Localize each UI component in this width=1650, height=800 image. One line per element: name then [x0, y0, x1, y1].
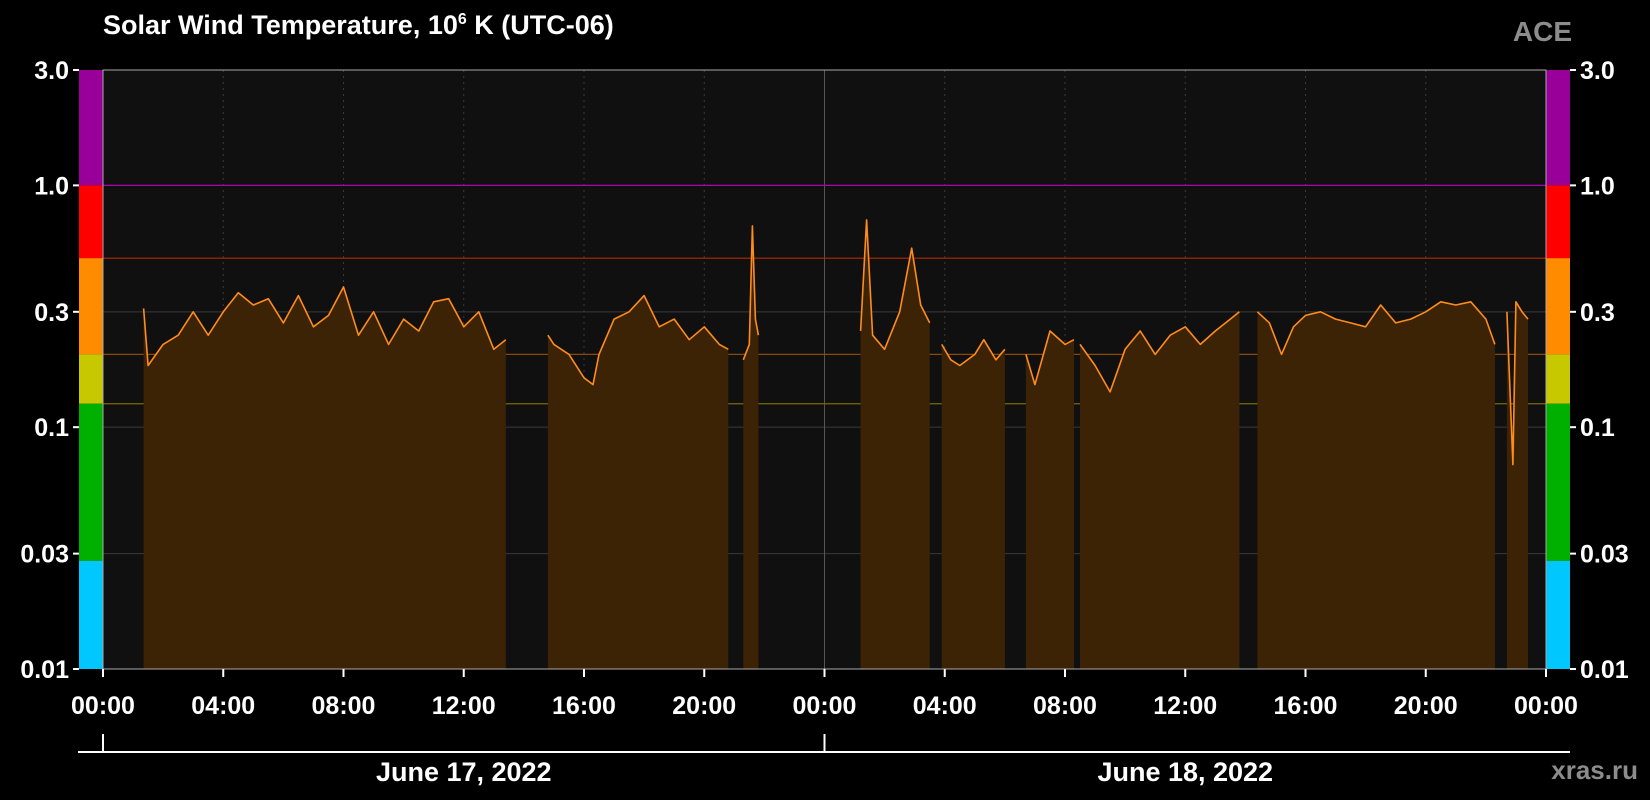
series-area-segment: [1025, 331, 1074, 669]
x-tick-label: 00:00: [793, 692, 857, 720]
x-tick-label: 04:00: [191, 692, 255, 720]
date-label: June 17, 2022: [376, 757, 552, 787]
temperature-chart: 0.01 0.01 0.03 0.03 0.1 0.1 0.3 0.3 1.0 1.0 3.0 3.0…: [20, 57, 1629, 787]
left-color-band: [79, 403, 103, 561]
right-color-band: [1546, 354, 1570, 404]
left-color-band: [79, 258, 103, 355]
y-tick-label-left: 1.0: [34, 172, 69, 200]
series-area-segment: [1257, 301, 1495, 669]
left-color-band: [79, 185, 103, 259]
right-color-band: [1546, 70, 1570, 186]
left-color-band: [79, 70, 103, 186]
x-tick-label: 08:00: [1033, 692, 1097, 720]
y-tick-label-right: 3.0: [1580, 57, 1615, 85]
y-tick-label-left: 0.01: [20, 656, 69, 684]
y-tick-label-left: 0.3: [34, 299, 69, 327]
y-tick-label-right: 0.1: [1580, 414, 1615, 442]
x-tick-label: 00:00: [71, 692, 135, 720]
y-tick-label-left: 3.0: [34, 57, 69, 85]
x-tick-label: 08:00: [312, 692, 376, 720]
x-tick-label: 16:00: [1274, 692, 1338, 720]
x-tick-label: 00:00: [1514, 692, 1578, 720]
date-label: June 18, 2022: [1097, 757, 1273, 787]
right-color-band: [1546, 185, 1570, 259]
right-color-band: [1546, 560, 1570, 669]
y-tick-label-right: 0.3: [1580, 299, 1615, 327]
left-color-band: [79, 560, 103, 669]
y-tick-label-right: 0.01: [1580, 656, 1629, 684]
series-area-segment: [941, 339, 1005, 669]
y-tick-label-left: 0.1: [34, 414, 69, 442]
x-tick-label: 16:00: [552, 692, 616, 720]
y-tick-label-left: 0.03: [20, 541, 69, 569]
right-color-band: [1546, 258, 1570, 355]
series-area-segment: [143, 287, 506, 669]
right-color-band: [1546, 403, 1570, 561]
x-tick-label: 04:00: [913, 692, 977, 720]
left-color-band: [79, 354, 103, 404]
x-tick-label: 20:00: [672, 692, 736, 720]
y-tick-label-right: 1.0: [1580, 172, 1615, 200]
x-tick-label: 20:00: [1394, 692, 1458, 720]
x-tick-label: 12:00: [432, 692, 496, 720]
x-tick-label: 12:00: [1153, 692, 1217, 720]
y-tick-label-right: 0.03: [1580, 541, 1629, 569]
